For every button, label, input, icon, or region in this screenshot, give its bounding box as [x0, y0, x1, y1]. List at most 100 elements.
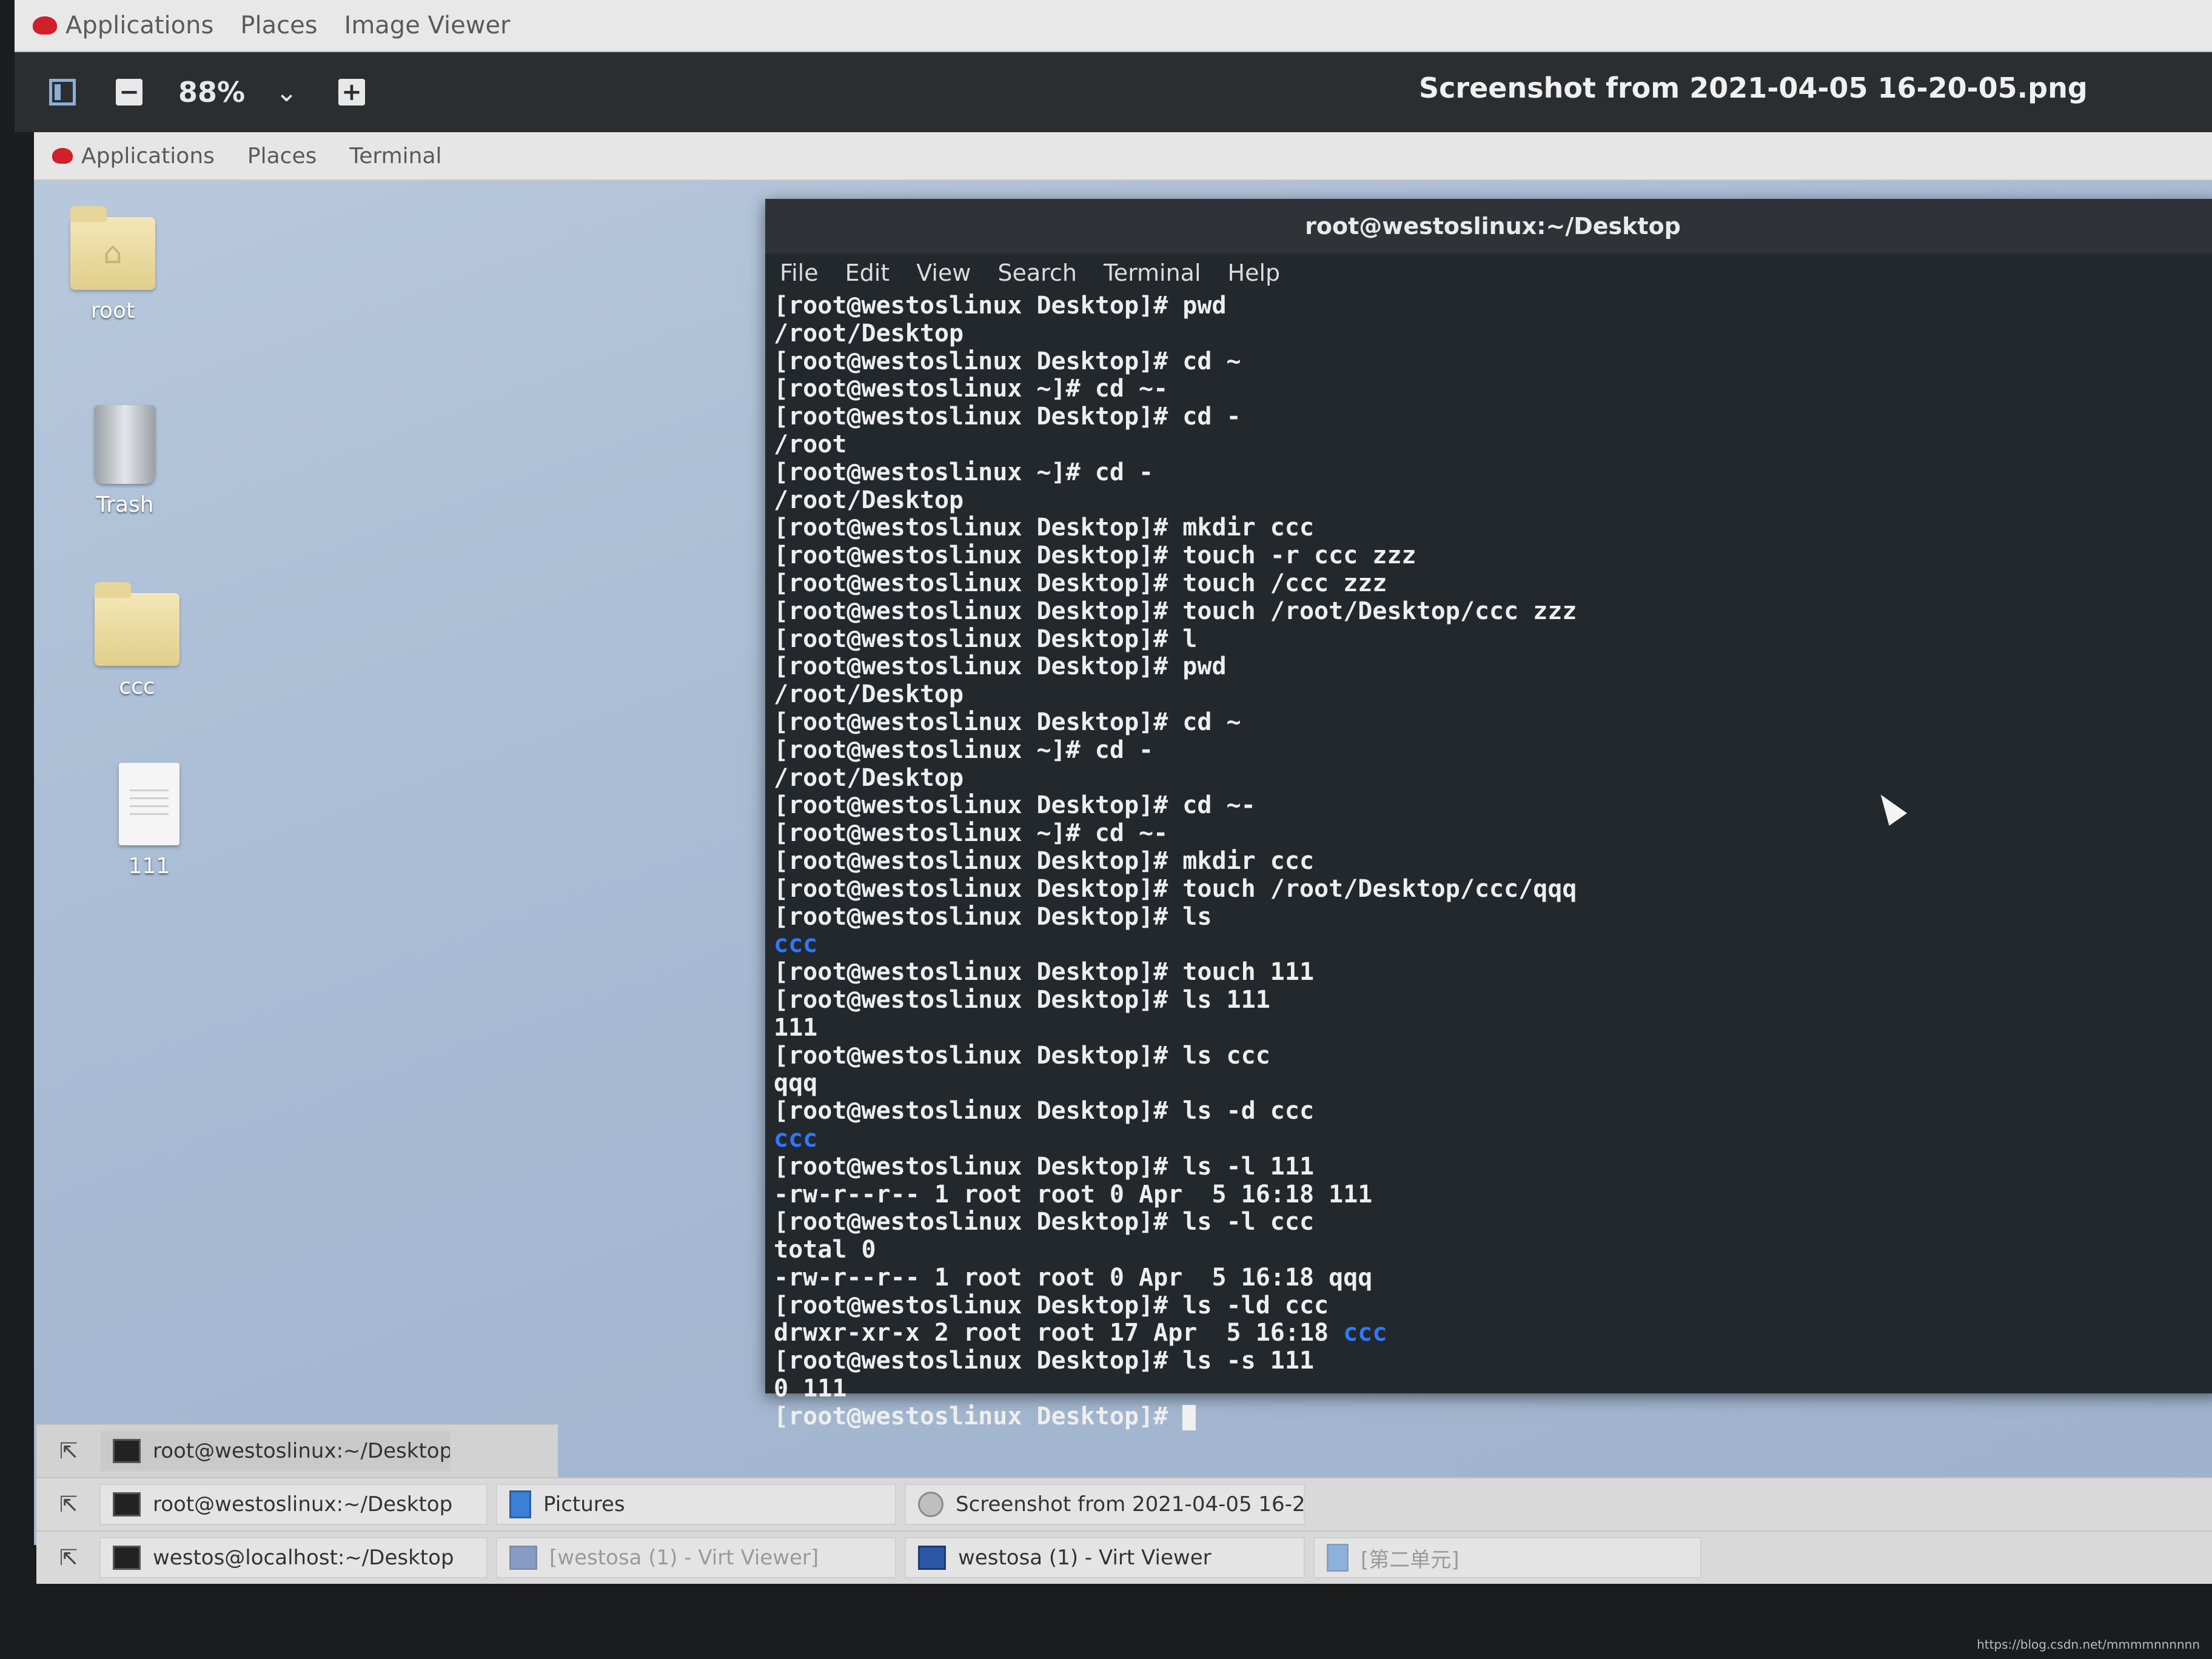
terminal-line: ccc — [774, 1124, 818, 1153]
task-label: Pictures — [543, 1492, 625, 1517]
terminal-icon — [113, 1439, 141, 1463]
terminal-line: /root/Desktop — [774, 486, 964, 514]
terminal-line: -rw-r--r-- 1 root root 0 Apr 5 16:18 111 — [774, 1180, 1373, 1208]
terminal-icon — [113, 1492, 141, 1517]
terminal-line: -rw-r--r-- 1 root root 0 Apr 5 16:18 qqq — [774, 1263, 1373, 1292]
terminal-line: [root@westoslinux Desktop]# pwd — [774, 652, 1227, 681]
terminal-line: [root@westoslinux Desktop]# l — [774, 625, 1198, 653]
terminal-line: [root@westoslinux Desktop]# — [774, 1403, 2212, 1431]
terminal-line: [root@westoslinux Desktop]# ls -l ccc — [774, 1208, 1315, 1236]
terminal-title: root@westoslinux:~/Desktop — [1305, 213, 1681, 240]
taskbar-task[interactable]: Pictures — [496, 1484, 896, 1525]
taskbar-task[interactable]: [第二单元] — [1313, 1537, 1701, 1578]
image-viewer-title: Screenshot from 2021-04-05 16-20-05.png — [1419, 72, 2088, 104]
zoom-in-button[interactable]: + — [334, 75, 369, 110]
image-viewer-icon — [918, 1492, 943, 1517]
terminal-window[interactable]: root@westoslinux:~/Desktop File Edit Vie… — [765, 199, 2212, 1430]
taskbar-task[interactable]: westosa (1) - Virt Viewer — [905, 1537, 1305, 1578]
desktop-icon-label: 111 — [128, 854, 170, 879]
terminal-line: [root@westoslinux Desktop]# touch 111 — [774, 958, 1315, 987]
text-file-icon — [119, 763, 179, 845]
taskbar-task[interactable]: Screenshot from 2021-04-05 16-2... — [905, 1484, 1305, 1525]
terminal-line: [root@westoslinux Desktop]# pwd — [774, 292, 1227, 320]
inner-terminal-menu[interactable]: Terminal — [349, 144, 441, 169]
minus-icon: − — [116, 79, 142, 106]
terminal-line: [root@westoslinux Desktop]# ls -d ccc — [774, 1097, 1315, 1125]
taskbar-task[interactable]: root@westoslinux:~/Desktop — [99, 1484, 488, 1525]
workspace-switch-icon[interactable]: ⇱ — [45, 1432, 92, 1470]
terminal-line: [root@westoslinux ~]# cd - — [774, 736, 1154, 764]
desktop-icon-root[interactable]: ⌂ root — [46, 206, 179, 323]
menu-help[interactable]: Help — [1228, 260, 1281, 286]
task-label: [第二单元] — [1361, 1547, 1460, 1572]
folder-icon — [95, 582, 179, 666]
taskbar-task[interactable]: westos@localhost:~/Desktop — [99, 1537, 488, 1578]
desktop-icon-label: ccc — [119, 674, 155, 699]
taskbar-row-3: ⇱ westos@localhost:~/Desktop [westosa (1… — [36, 1530, 2212, 1584]
terminal-titlebar[interactable]: root@westoslinux:~/Desktop — [765, 199, 2212, 253]
workspace-switch-icon[interactable]: ⇱ — [45, 1538, 92, 1577]
desktop-icon-label: root — [90, 298, 135, 323]
terminal-line: [root@westoslinux Desktop]# mkdir ccc — [774, 514, 1315, 542]
menu-file[interactable]: File — [780, 260, 819, 286]
desktop-icon-ccc[interactable]: ccc — [70, 582, 204, 699]
terminal-line: [root@westoslinux Desktop]# touch /ccc z… — [774, 569, 1387, 597]
inner-places-menu[interactable]: Places — [247, 144, 317, 169]
workspace-switch-icon[interactable]: ⇱ — [45, 1485, 92, 1524]
screenshot-canvas: Applications Places Terminal ⌂ root Tras… — [34, 132, 2212, 1545]
task-label: [westosa (1) - Virt Viewer] — [549, 1546, 819, 1570]
applications-label: Applications — [65, 12, 214, 39]
inner-applications-label: Applications — [81, 143, 215, 169]
trash-icon — [95, 405, 155, 484]
places-menu[interactable]: Places — [240, 12, 317, 39]
home-folder-icon: ⌂ — [70, 206, 155, 290]
applications-menu[interactable]: Applications — [33, 12, 213, 39]
terminal-line: drwxr-xr-x 2 root root 17 Apr 5 16:18 cc… — [774, 1319, 1387, 1347]
menu-terminal[interactable]: Terminal — [1104, 260, 1201, 286]
menu-edit[interactable]: Edit — [845, 260, 890, 286]
terminal-line: [root@westoslinux Desktop]# touch /root/… — [774, 874, 1577, 903]
sidebar-toggle-button[interactable] — [45, 75, 80, 110]
taskbar-row-1: ⇱ root@westoslinux:~/Desktop — [36, 1424, 558, 1477]
terminal-line: /root/Desktop — [774, 680, 964, 709]
terminal-line: [root@westoslinux ~]# cd - — [774, 458, 1154, 486]
terminal-line: /root/Desktop — [774, 763, 964, 792]
terminal-line: [root@westoslinux Desktop]# ls — [774, 902, 1212, 931]
menu-search[interactable]: Search — [997, 260, 1077, 286]
zoom-out-button[interactable]: − — [112, 75, 147, 110]
terminal-output[interactable]: [root@westoslinux Desktop]# pwd/root/Des… — [765, 292, 2212, 1431]
monitor-icon — [918, 1546, 946, 1570]
outer-top-panel: Applications Places Image Viewer — [15, 0, 2212, 52]
image-viewer-menu[interactable]: Image Viewer — [344, 12, 511, 39]
terminal-line: 0 111 — [774, 1375, 847, 1403]
plus-icon: + — [338, 79, 365, 106]
terminal-line: /root/Desktop — [774, 319, 964, 347]
redhat-logo-icon — [33, 16, 57, 35]
taskbar-row-2: ⇱ root@westoslinux:~/Desktop Pictures Sc… — [36, 1477, 2212, 1530]
zoom-dropdown-chevron-down-icon[interactable]: ⌄ — [275, 77, 298, 108]
document-icon — [1327, 1544, 1349, 1572]
terminal-icon — [113, 1546, 141, 1570]
terminal-line: qqq — [774, 1069, 818, 1098]
terminal-menubar: File Edit View Search Terminal Help — [765, 253, 2212, 292]
taskbar-task[interactable]: root@westoslinux:~/Desktop — [99, 1430, 451, 1472]
taskbar-task[interactable]: [westosa (1) - Virt Viewer] — [496, 1537, 896, 1578]
inner-applications-menu[interactable]: Applications — [52, 144, 215, 169]
task-label: root@westoslinux:~/Desktop — [153, 1492, 453, 1517]
terminal-line: [root@westoslinux Desktop]# ls -l 111 — [774, 1152, 1315, 1181]
terminal-line: [root@westoslinux ~]# cd ~- — [774, 819, 1168, 848]
sidebar-icon — [49, 79, 76, 106]
desktop-icon-label: Trash — [96, 492, 154, 517]
desktop-icon-111[interactable]: 111 — [82, 763, 216, 879]
terminal-line: [root@westoslinux ~]# cd ~- — [774, 375, 1168, 403]
terminal-line: [root@westoslinux Desktop]# touch -r ccc… — [774, 541, 1416, 570]
terminal-line: /root — [774, 430, 847, 458]
menu-view[interactable]: View — [916, 260, 971, 286]
terminal-line: [root@westoslinux Desktop]# ls ccc — [774, 1041, 1270, 1070]
task-label: westos@localhost:~/Desktop — [153, 1546, 454, 1570]
inner-redhat-logo-icon — [52, 148, 73, 164]
terminal-line: [root@westoslinux Desktop]# cd ~ — [774, 708, 1241, 736]
desktop-icon-trash[interactable]: Trash — [58, 405, 192, 517]
terminal-line: [root@westoslinux Desktop]# mkdir ccc — [774, 846, 1315, 875]
monitor-icon — [509, 1546, 537, 1570]
